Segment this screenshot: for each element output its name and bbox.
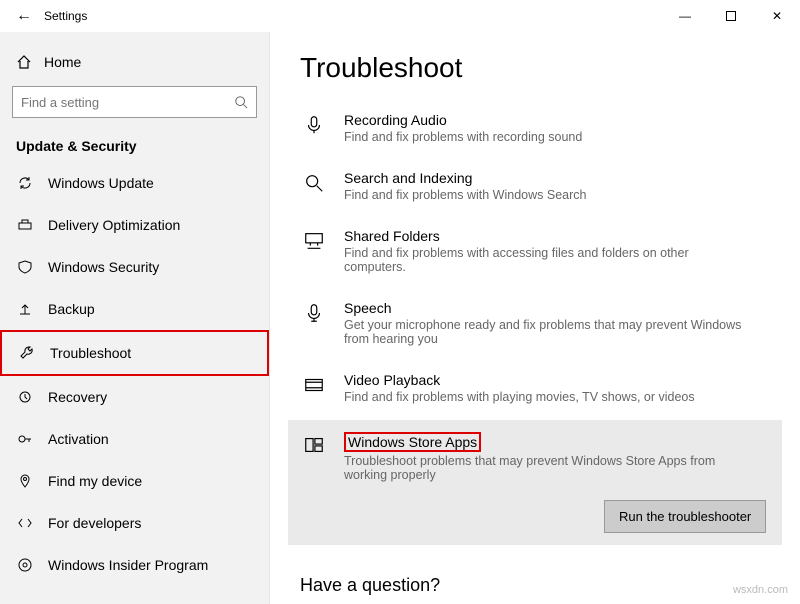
ts-item-windows-store-apps[interactable]: Windows Store Apps Troubleshoot problems… xyxy=(288,420,782,545)
sidebar: Home Update & Security Windows Update De… xyxy=(0,32,270,604)
page-heading: Troubleshoot xyxy=(300,52,770,84)
window-title: Settings xyxy=(44,9,87,23)
run-troubleshooter-button[interactable]: Run the troubleshooter xyxy=(604,500,766,533)
search-box[interactable] xyxy=(12,86,257,118)
sidebar-item-label: Windows Insider Program xyxy=(48,557,208,573)
ts-desc: Find and fix problems with accessing fil… xyxy=(344,246,744,274)
ts-label: Speech xyxy=(344,300,744,316)
question-heading: Have a question? xyxy=(300,575,770,596)
sidebar-item-activation[interactable]: Activation xyxy=(0,418,269,460)
sidebar-item-label: For developers xyxy=(48,515,141,531)
titlebar: ← Settings — ✕ xyxy=(0,0,800,32)
search-icon xyxy=(234,95,248,109)
code-icon xyxy=(16,514,34,532)
main-content: Troubleshoot Recording Audio Find and fix… xyxy=(270,32,800,604)
apps-icon xyxy=(300,434,328,462)
ts-desc: Get your microphone ready and fix proble… xyxy=(344,318,744,346)
ts-desc: Find and fix problems with recording sou… xyxy=(344,130,582,144)
window-controls: — ✕ xyxy=(662,0,800,32)
folder-network-icon xyxy=(300,230,328,258)
backup-icon xyxy=(16,300,34,318)
section-title: Update & Security xyxy=(0,132,269,162)
sidebar-item-backup[interactable]: Backup xyxy=(0,288,269,330)
maximize-button[interactable] xyxy=(708,0,754,32)
recovery-icon xyxy=(16,388,34,406)
ts-label: Shared Folders xyxy=(344,228,744,244)
insider-icon xyxy=(16,556,34,574)
sync-icon xyxy=(16,174,34,192)
sidebar-item-windows-update[interactable]: Windows Update xyxy=(0,162,269,204)
sidebar-item-windows-insider[interactable]: Windows Insider Program xyxy=(0,544,269,586)
ts-label: Recording Audio xyxy=(344,112,582,128)
ts-desc: Troubleshoot problems that may prevent W… xyxy=(344,454,744,482)
ts-item-video-playback[interactable]: Video Playback Find and fix problems with… xyxy=(300,362,770,420)
home-nav[interactable]: Home xyxy=(0,44,269,80)
sidebar-item-label: Windows Update xyxy=(48,175,154,191)
back-button[interactable]: ← xyxy=(8,7,40,25)
ts-desc: Find and fix problems with playing movie… xyxy=(344,390,695,404)
video-icon xyxy=(300,374,328,402)
close-button[interactable]: ✕ xyxy=(754,0,800,32)
ts-item-recording-audio[interactable]: Recording Audio Find and fix problems wit… xyxy=(300,102,770,160)
sidebar-item-label: Windows Security xyxy=(48,259,159,275)
watermark: wsxdn.com xyxy=(733,584,788,596)
home-icon xyxy=(16,54,32,70)
sidebar-item-for-developers[interactable]: For developers xyxy=(0,502,269,544)
ts-label: Windows Store Apps xyxy=(344,432,481,452)
delivery-icon xyxy=(16,216,34,234)
sidebar-item-recovery[interactable]: Recovery xyxy=(0,376,269,418)
sidebar-item-label: Backup xyxy=(48,301,95,317)
minimize-button[interactable]: — xyxy=(662,0,708,32)
search-large-icon xyxy=(300,172,328,200)
location-icon xyxy=(16,472,34,490)
ts-item-speech[interactable]: Speech Get your microphone ready and fix … xyxy=(300,290,770,362)
sidebar-item-label: Find my device xyxy=(48,473,142,489)
sidebar-item-troubleshoot[interactable]: Troubleshoot xyxy=(0,330,269,376)
sidebar-item-label: Delivery Optimization xyxy=(48,217,180,233)
home-label: Home xyxy=(44,54,81,70)
ts-item-search-indexing[interactable]: Search and Indexing Find and fix problems… xyxy=(300,160,770,218)
nav-list: Windows Update Delivery Optimization Win… xyxy=(0,162,269,594)
sidebar-item-label: Activation xyxy=(48,431,109,447)
microphone-icon xyxy=(300,114,328,142)
shield-icon xyxy=(16,258,34,276)
ts-item-shared-folders[interactable]: Shared Folders Find and fix problems with… xyxy=(300,218,770,290)
ts-label: Video Playback xyxy=(344,372,695,388)
ts-desc: Find and fix problems with Windows Searc… xyxy=(344,188,586,202)
ts-label: Search and Indexing xyxy=(344,170,586,186)
search-input[interactable] xyxy=(21,95,234,110)
sidebar-item-windows-security[interactable]: Windows Security xyxy=(0,246,269,288)
key-icon xyxy=(16,430,34,448)
speech-icon xyxy=(300,302,328,330)
sidebar-item-find-my-device[interactable]: Find my device xyxy=(0,460,269,502)
wrench-icon xyxy=(18,344,36,362)
sidebar-item-label: Troubleshoot xyxy=(50,345,131,361)
sidebar-item-delivery-optimization[interactable]: Delivery Optimization xyxy=(0,204,269,246)
sidebar-item-label: Recovery xyxy=(48,389,107,405)
